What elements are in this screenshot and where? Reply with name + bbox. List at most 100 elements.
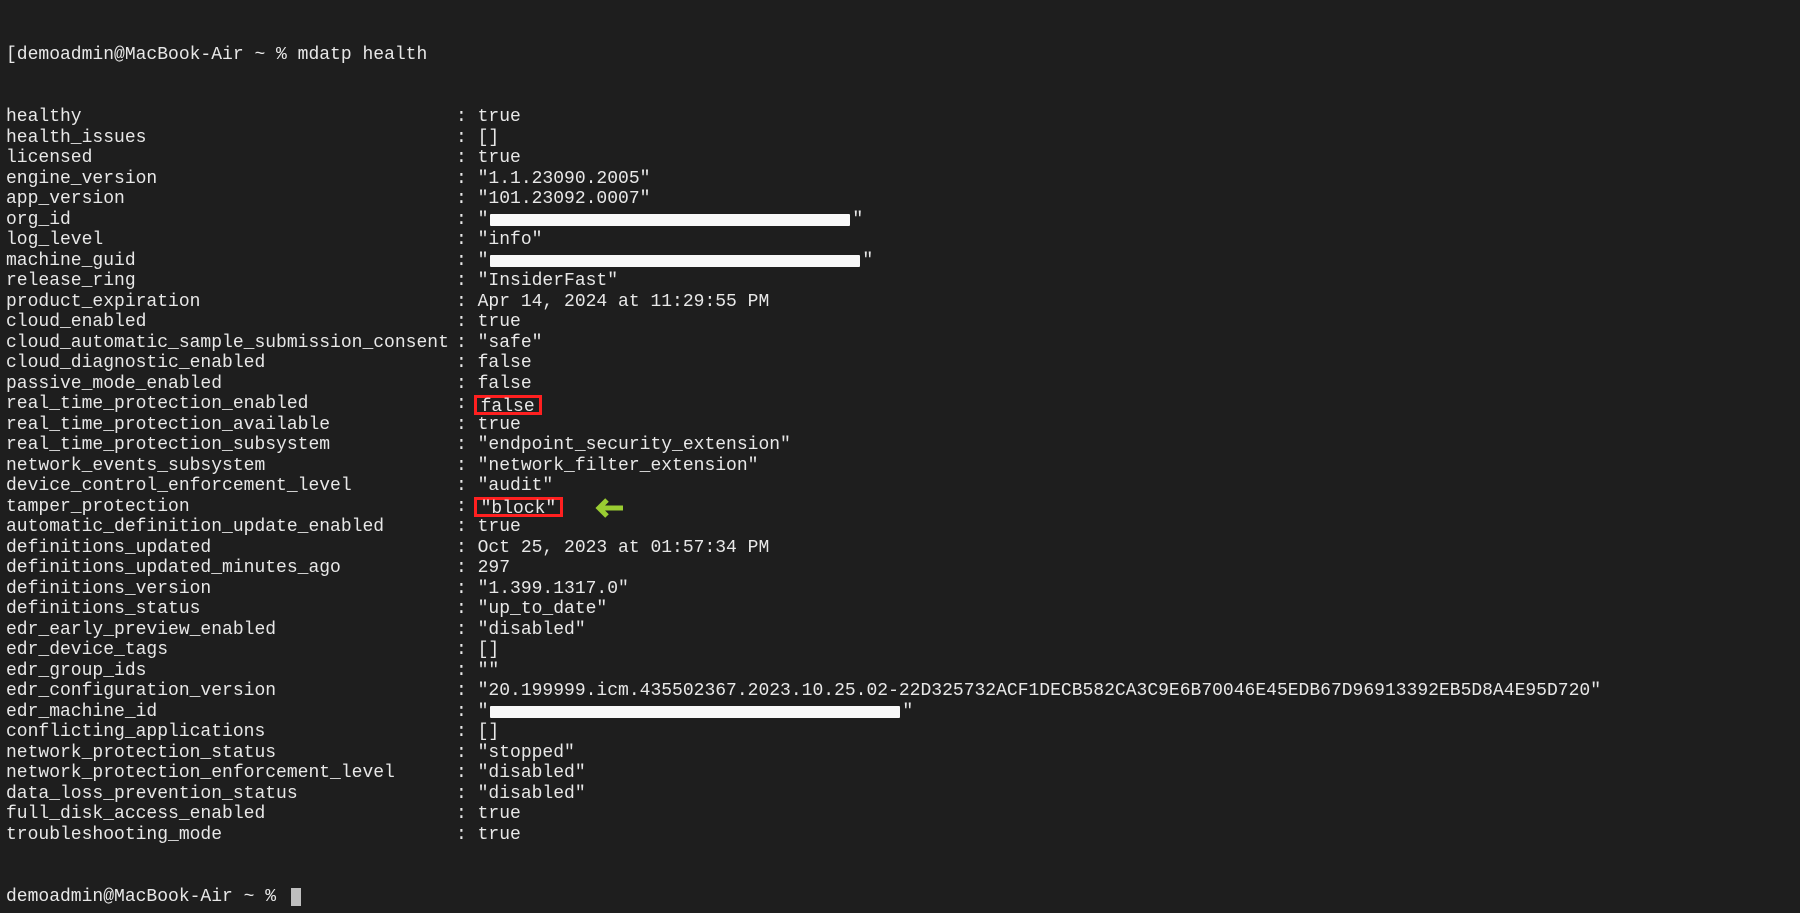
output-value: "stopped"	[478, 743, 575, 764]
output-row: definitions_updated: Oct 25, 2023 at 01:…	[6, 538, 1794, 559]
output-row: definitions_version: "1.399.1317.0"	[6, 579, 1794, 600]
output-separator: :	[456, 169, 478, 190]
output-value: Oct 25, 2023 at 01:57:34 PM	[478, 538, 770, 559]
output-separator: :	[456, 476, 478, 497]
output-separator: :	[456, 661, 478, 682]
output-value: "block"	[481, 499, 557, 519]
output-key: log_level	[6, 230, 456, 251]
output-separator: :	[456, 620, 478, 641]
output-key: product_expiration	[6, 292, 456, 313]
output-row: machine_guid: ""	[6, 251, 1794, 272]
output-key: edr_machine_id	[6, 702, 456, 723]
output-key: conflicting_applications	[6, 722, 456, 743]
output-row: edr_device_tags: []	[6, 640, 1794, 661]
output-row: network_events_subsystem: "network_filte…	[6, 456, 1794, 477]
output-separator: :	[456, 702, 478, 723]
output-separator: :	[456, 579, 478, 600]
output-key: app_version	[6, 189, 456, 210]
output-key: tamper_protection	[6, 497, 456, 518]
output-key: edr_device_tags	[6, 640, 456, 661]
output-separator: :	[456, 599, 478, 620]
output-row: release_ring: "InsiderFast"	[6, 271, 1794, 292]
output-key: device_control_enforcement_level	[6, 476, 456, 497]
quote: "	[852, 210, 863, 231]
output-row: real_time_protection_enabled: false	[6, 394, 1794, 415]
output-key: cloud_automatic_sample_submission_consen…	[6, 333, 456, 354]
output-separator: :	[456, 743, 478, 764]
output-key: release_ring	[6, 271, 456, 292]
output-row: automatic_definition_update_enabled: tru…	[6, 517, 1794, 538]
highlight-box: "block"	[474, 497, 564, 517]
redaction-bar-icon	[490, 255, 860, 267]
output-value: []	[478, 640, 500, 661]
terminal-window[interactable]: [demoadmin@MacBook-Air ~ % mdatp health …	[0, 0, 1800, 913]
output-row: org_id: ""	[6, 210, 1794, 231]
output-value: ""	[478, 661, 500, 682]
output-separator: :	[456, 189, 478, 210]
output-value: false	[478, 374, 532, 395]
output-key: network_protection_status	[6, 743, 456, 764]
output-key: engine_version	[6, 169, 456, 190]
output-key: network_events_subsystem	[6, 456, 456, 477]
output-row: real_time_protection_subsystem: "endpoin…	[6, 435, 1794, 456]
arrow-left-icon	[581, 496, 625, 520]
output-key: network_protection_enforcement_level	[6, 763, 456, 784]
output-key: full_disk_access_enabled	[6, 804, 456, 825]
output-row: edr_early_preview_enabled: "disabled"	[6, 620, 1794, 641]
output-separator: :	[456, 763, 478, 784]
shell-prompt: [demoadmin@MacBook-Air ~ %	[6, 45, 298, 66]
output-value: false	[478, 353, 532, 374]
output-separator: :	[456, 210, 478, 231]
output-key: definitions_version	[6, 579, 456, 600]
output-row: definitions_updated_minutes_ago: 297	[6, 558, 1794, 579]
output-row: troubleshooting_mode: true	[6, 825, 1794, 846]
quote: "	[478, 210, 489, 231]
redaction-bar-icon	[490, 214, 850, 226]
output-row: cloud_enabled: true	[6, 312, 1794, 333]
output-value: false	[481, 397, 535, 417]
output-row: edr_group_ids: ""	[6, 661, 1794, 682]
output-key: automatic_definition_update_enabled	[6, 517, 456, 538]
output-row: product_expiration: Apr 14, 2024 at 11:2…	[6, 292, 1794, 313]
output-key: edr_group_ids	[6, 661, 456, 682]
output-separator: :	[456, 353, 478, 374]
output-key: machine_guid	[6, 251, 456, 272]
quote: "	[478, 702, 489, 723]
output-key: healthy	[6, 107, 456, 128]
output-row: engine_version: "1.1.23090.2005"	[6, 169, 1794, 190]
output-separator: :	[456, 558, 478, 579]
output-value: "network_filter_extension"	[478, 456, 759, 477]
output-key: edr_early_preview_enabled	[6, 620, 456, 641]
output-row: network_protection_enforcement_level: "d…	[6, 763, 1794, 784]
output-key: licensed	[6, 148, 456, 169]
output-value: true	[478, 415, 521, 436]
output-row: network_protection_status: "stopped"	[6, 743, 1794, 764]
output-value: true	[478, 825, 521, 846]
output-value: true	[478, 517, 521, 538]
output-row: passive_mode_enabled: false	[6, 374, 1794, 395]
output-key: definitions_status	[6, 599, 456, 620]
output-value: "disabled"	[478, 620, 586, 641]
output-value: "101.23092.0007"	[478, 189, 651, 210]
output-row: full_disk_access_enabled: true	[6, 804, 1794, 825]
output-separator: :	[456, 681, 478, 702]
output-value: Apr 14, 2024 at 11:29:55 PM	[478, 292, 770, 313]
output-separator: :	[456, 538, 478, 559]
output-key: edr_configuration_version	[6, 681, 456, 702]
output-value: true	[478, 107, 521, 128]
output-row: log_level: "info"	[6, 230, 1794, 251]
output-key: real_time_protection_enabled	[6, 394, 456, 415]
quote: "	[862, 251, 873, 272]
output-separator: :	[456, 251, 478, 272]
output-value: true	[478, 804, 521, 825]
output-value: 297	[478, 558, 510, 579]
output-separator: :	[456, 333, 478, 354]
output-separator: :	[456, 271, 478, 292]
output-separator: :	[456, 804, 478, 825]
output-value: "endpoint_security_extension"	[478, 435, 791, 456]
output-rows: healthy: truehealth_issues: []licensed: …	[6, 107, 1794, 845]
output-value-redacted: ""	[478, 251, 874, 272]
cursor-block-icon	[291, 888, 301, 906]
output-row: edr_machine_id: ""	[6, 702, 1794, 723]
prompt-line[interactable]: demoadmin@MacBook-Air ~ %	[6, 887, 1794, 908]
